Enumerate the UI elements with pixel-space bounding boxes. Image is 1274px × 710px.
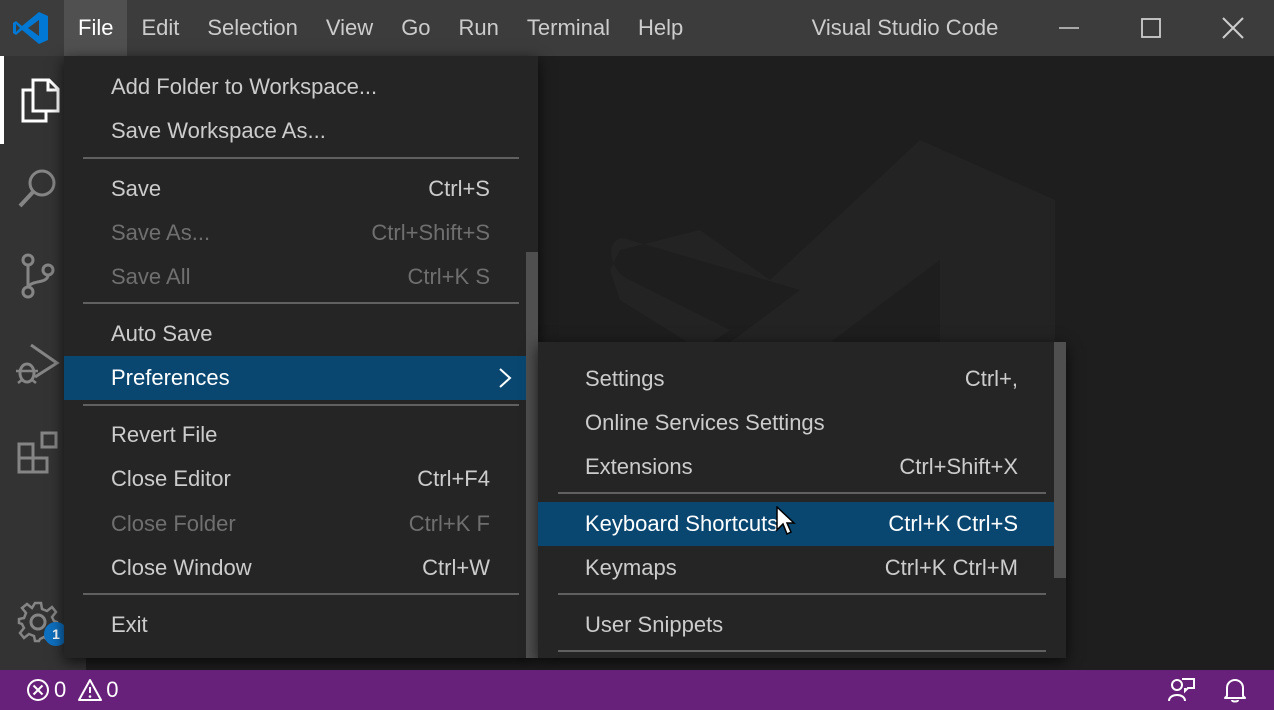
vscode-logo-icon xyxy=(12,10,50,46)
extensions-icon xyxy=(17,431,58,474)
menu-item-shortcut: Ctrl+F4 xyxy=(417,466,490,491)
menu-separator xyxy=(83,302,519,304)
menu-item-save-all: Save All Ctrl+K S xyxy=(64,255,526,299)
window-title: Visual Studio Code xyxy=(811,15,999,40)
warning-icon xyxy=(78,679,103,701)
menu-separator xyxy=(558,593,1046,595)
chevron-right-icon xyxy=(499,368,512,388)
menu-item-keyboard-shortcuts[interactable]: Keyboard Shortcuts Ctrl+K Ctrl+S xyxy=(538,502,1066,546)
menu-item-label: Settings xyxy=(585,366,665,391)
status-bar: 0 0 xyxy=(0,670,1274,710)
menu-item-save[interactable]: Save Ctrl+S xyxy=(64,167,526,211)
maximize-button[interactable] xyxy=(1110,0,1192,56)
menu-item-label: Save As... xyxy=(111,220,211,245)
menu-item-shortcut: Ctrl+S xyxy=(428,176,490,201)
menu-item-label: Revert File xyxy=(111,422,218,447)
menu-item-label: Keyboard Shortcuts xyxy=(585,511,779,536)
menu-separator xyxy=(83,404,519,406)
menu-bar: File Edit Selection View Go Run Terminal… xyxy=(64,0,697,56)
feedback-icon xyxy=(1168,678,1195,702)
menu-item-extensions[interactable]: Extensions Ctrl+Shift+X xyxy=(538,445,1066,489)
menu-item-shortcut: Ctrl+, xyxy=(964,366,1018,391)
menu-item-label: Preferences xyxy=(111,365,230,390)
menu-separator xyxy=(83,593,519,595)
error-count: 0 xyxy=(54,677,67,702)
menu-item-label: Online Services Settings xyxy=(585,410,825,435)
menu-item-add-folder-to-workspace[interactable]: Add Folder to Workspace... xyxy=(64,65,526,109)
menu-item-close-editor[interactable]: Close Editor Ctrl+F4 xyxy=(64,457,526,501)
menu-help[interactable]: Help xyxy=(624,0,697,56)
menu-item-label: Close Window xyxy=(111,555,252,580)
menu-item-shortcut: Ctrl+Shift+S xyxy=(371,220,490,245)
menu-item-label: Add Folder to Workspace... xyxy=(111,74,378,99)
menu-item-keymaps[interactable]: Keymaps Ctrl+K Ctrl+M xyxy=(538,546,1066,590)
minimize-button[interactable] xyxy=(1028,0,1110,56)
file-menu-scrollbar[interactable] xyxy=(526,252,538,658)
menu-item-shortcut: Ctrl+K Ctrl+M xyxy=(884,555,1018,580)
menu-view[interactable]: View xyxy=(312,0,387,56)
title-bar: File Edit Selection View Go Run Terminal… xyxy=(0,0,1274,56)
menu-edit[interactable]: Edit xyxy=(127,0,193,56)
error-icon xyxy=(27,679,49,701)
menu-item-label: User Snippets xyxy=(585,612,724,637)
menu-item-user-snippets[interactable]: User Snippets xyxy=(538,603,1066,647)
bell-icon xyxy=(1224,679,1246,703)
menu-item-save-as: Save As... Ctrl+Shift+S xyxy=(64,211,526,255)
menu-item-label: Keymaps xyxy=(585,555,677,580)
menu-terminal[interactable]: Terminal xyxy=(513,0,624,56)
minimize-icon xyxy=(1059,27,1079,29)
menu-separator xyxy=(83,157,519,159)
menu-run[interactable]: Run xyxy=(445,0,513,56)
menu-separator xyxy=(558,492,1046,494)
menu-separator xyxy=(558,650,1046,652)
preferences-submenu: Settings Ctrl+, Online Services Settings… xyxy=(538,342,1066,658)
mouse-cursor-icon xyxy=(776,506,796,536)
menu-selection[interactable]: Selection xyxy=(193,0,312,56)
menu-item-label: Exit xyxy=(111,612,148,637)
search-icon xyxy=(18,169,56,208)
close-window-button[interactable] xyxy=(1192,0,1274,56)
vscode-watermark-icon xyxy=(610,140,1055,360)
menu-item-label: Save xyxy=(111,176,162,201)
files-icon xyxy=(21,78,60,123)
menu-item-label: Close Editor xyxy=(111,466,231,491)
menu-item-preferences[interactable]: Preferences xyxy=(64,356,536,400)
close-icon xyxy=(1222,17,1244,39)
preferences-menu-scrollbar[interactable] xyxy=(1054,342,1066,578)
menu-item-label: Auto Save xyxy=(111,321,213,346)
menu-item-auto-save[interactable]: Auto Save xyxy=(64,312,526,356)
menu-item-label: Close Folder xyxy=(111,511,236,536)
menu-item-close-window[interactable]: Close Window Ctrl+W xyxy=(64,546,526,590)
menu-item-shortcut: Ctrl+Shift+X xyxy=(899,454,1018,479)
run-debug-icon xyxy=(16,343,60,384)
menu-item-shortcut: Ctrl+K S xyxy=(407,264,490,289)
menu-go[interactable]: Go xyxy=(387,0,444,56)
menu-item-label: Save All xyxy=(111,264,191,289)
menu-item-shortcut: Ctrl+K Ctrl+S xyxy=(888,511,1018,536)
notifications-button[interactable] xyxy=(1222,677,1248,708)
warning-count: 0 xyxy=(106,677,119,702)
file-menu: Add Folder to Workspace... Save Workspac… xyxy=(64,56,538,658)
feedback-button[interactable] xyxy=(1168,677,1196,708)
menu-item-settings[interactable]: Settings Ctrl+, xyxy=(538,357,1066,401)
menu-item-close-folder: Close Folder Ctrl+K F xyxy=(64,502,526,546)
menu-item-exit[interactable]: Exit xyxy=(64,603,526,647)
problems-indicator[interactable]: 0 0 xyxy=(26,670,127,710)
menu-item-shortcut: Ctrl+W xyxy=(422,555,490,580)
menu-item-label: Save Workspace As... xyxy=(111,118,326,143)
menu-item-save-workspace-as[interactable]: Save Workspace As... xyxy=(64,109,526,153)
source-control-icon xyxy=(21,253,55,299)
maximize-icon xyxy=(1141,18,1161,38)
menu-item-shortcut: Ctrl+K F xyxy=(408,511,490,536)
menu-item-online-services-settings[interactable]: Online Services Settings xyxy=(538,401,1066,445)
menu-item-revert-file[interactable]: Revert File xyxy=(64,413,526,457)
menu-item-label: Extensions xyxy=(585,454,693,479)
menu-file[interactable]: File xyxy=(64,0,128,56)
